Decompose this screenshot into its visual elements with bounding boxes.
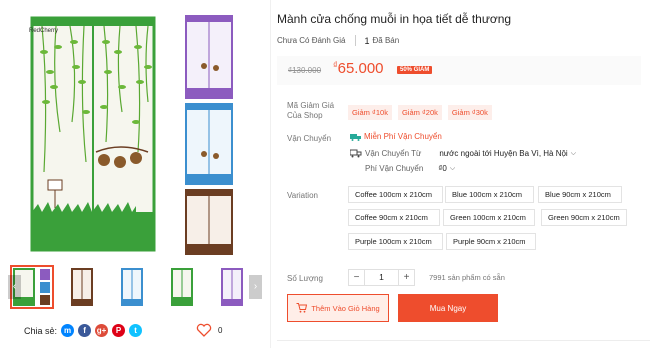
sold-label: Đã Bán (372, 36, 400, 45)
buy-now-button[interactable]: Mua Ngay (398, 294, 498, 322)
like-count: 0 (218, 325, 223, 335)
price-box: ₫130.000 ₫65.000 50% GIẢM (277, 56, 641, 85)
stock-text: 7991 sản phẩm có sẵn (429, 273, 505, 282)
pinterest-icon[interactable]: P (112, 324, 126, 337)
thumbnail-next-arrow-icon[interactable]: › (249, 275, 262, 299)
mosquito-curtain-main-picture (30, 15, 233, 255)
free-shipping-truck-icon (350, 133, 361, 141)
product-title: Mành cửa chống muỗi in họa tiết dễ thươn… (277, 12, 512, 26)
variation-option[interactable]: Green 90cm x 210cm (541, 209, 627, 226)
variation-option[interactable]: Blue 100cm x 210cm (445, 186, 534, 203)
bottom-divider (277, 340, 650, 341)
thumbnail-5[interactable] (210, 265, 254, 309)
like-button[interactable]: 0 (196, 323, 222, 337)
messenger-icon[interactable]: m (61, 324, 75, 337)
current-price-value: 65.000 (337, 60, 384, 77)
thumbnail-5-picture (221, 268, 243, 306)
watermark: RedCherry (29, 28, 59, 34)
share-label: Chia sẻ: (24, 325, 58, 336)
meta-divider (354, 35, 356, 46)
thumbnail-2[interactable] (60, 265, 104, 309)
thumbnail-strip: ‹ › (4, 263, 262, 311)
variation-option[interactable]: Coffee 90cm x 210cm (348, 209, 440, 226)
google-plus-icon[interactable]: g+ (95, 324, 109, 337)
rating-text[interactable]: Chưa Có Đánh Giá (277, 36, 346, 45)
variation-label: Variation (287, 191, 318, 200)
free-shipping-text: Miễn Phí Vận Chuyển (364, 132, 442, 141)
heart-icon (196, 323, 212, 337)
voucher-30k[interactable]: Giảm ₫30k (447, 105, 492, 120)
add-to-cart-button[interactable]: Thêm Vào Giỏ Hàng (287, 294, 389, 322)
cart-icon (296, 303, 308, 313)
discount-badge: 50% GIẢM (397, 66, 433, 74)
voucher-list: Giảm ₫10k Giảm ₫20k Giảm ₫30k (348, 105, 498, 120)
quantity-decrease-button[interactable]: − (348, 269, 365, 286)
ship-from-row: Vận Chuyển Từ nước ngoài tới Huyện Ba Vì… (350, 149, 576, 158)
buy-now-label: Mua Ngay (429, 303, 467, 313)
quantity-label: Số Lượng (287, 274, 323, 283)
add-to-cart-label: Thêm Vào Giỏ Hàng (311, 303, 380, 313)
product-meta: Chưa Có Đánh Giá 1 Đã Bán (277, 35, 399, 46)
truck-icon (350, 149, 362, 158)
ship-fee-row: Phí Vận Chuyển ₫0 ⌵ (365, 164, 455, 173)
ship-from-label: Vận Chuyển Từ (365, 149, 422, 158)
variation-option[interactable]: Purple 90cm x 210cm (446, 233, 536, 250)
original-price: ₫130.000 (288, 66, 322, 75)
thumbnail-4-picture (171, 268, 193, 306)
facebook-icon[interactable]: f (78, 324, 92, 337)
current-price: ₫65.000 (333, 60, 384, 77)
free-shipping: Miễn Phí Vận Chuyển (350, 132, 442, 141)
thumbnail-3-picture (121, 268, 143, 306)
thumbnail-3[interactable] (110, 265, 154, 309)
quantity-increase-button[interactable]: + (398, 269, 415, 286)
variation-option[interactable]: Coffee 100cm x 210cm (348, 186, 443, 203)
shipping-label: Vận Chuyển (287, 134, 332, 143)
voucher-label: Mã Giảm Giá Của Shop (287, 101, 335, 120)
share-bar: Chia sẻ: m f g+ P t (24, 324, 146, 337)
variation-option[interactable]: Blue 90cm x 210cm (538, 186, 622, 203)
quantity-input[interactable]: 1 (365, 269, 398, 286)
variation-option[interactable]: Green 100cm x 210cm (443, 209, 535, 226)
thumbnail-4[interactable] (160, 265, 204, 309)
ship-from-value[interactable]: nước ngoài tới Huyện Ba Vì, Hà Nội (439, 149, 567, 158)
sold-count: 1 (364, 35, 370, 46)
ship-fee-label: Phí Vận Chuyển (365, 164, 424, 173)
fee-chevron-down-icon[interactable]: ⌵ (450, 165, 455, 173)
voucher-20k[interactable]: Giảm ₫20k (397, 105, 442, 120)
voucher-10k[interactable]: Giảm ₫10k (348, 105, 392, 120)
thumbnail-2-picture (71, 268, 93, 306)
thumbnail-prev-arrow-icon[interactable]: ‹ (8, 275, 21, 299)
variation-option[interactable]: Purple 100cm x 210cm (348, 233, 443, 250)
chevron-down-icon[interactable]: ⌵ (571, 150, 576, 158)
column-divider (270, 0, 271, 348)
twitter-icon[interactable]: t (129, 324, 143, 337)
ship-fee-value[interactable]: ₫0 (438, 164, 447, 173)
quantity-stepper: − 1 + 7991 sản phẩm có sẵn (348, 269, 505, 286)
main-product-image[interactable] (8, 12, 258, 257)
